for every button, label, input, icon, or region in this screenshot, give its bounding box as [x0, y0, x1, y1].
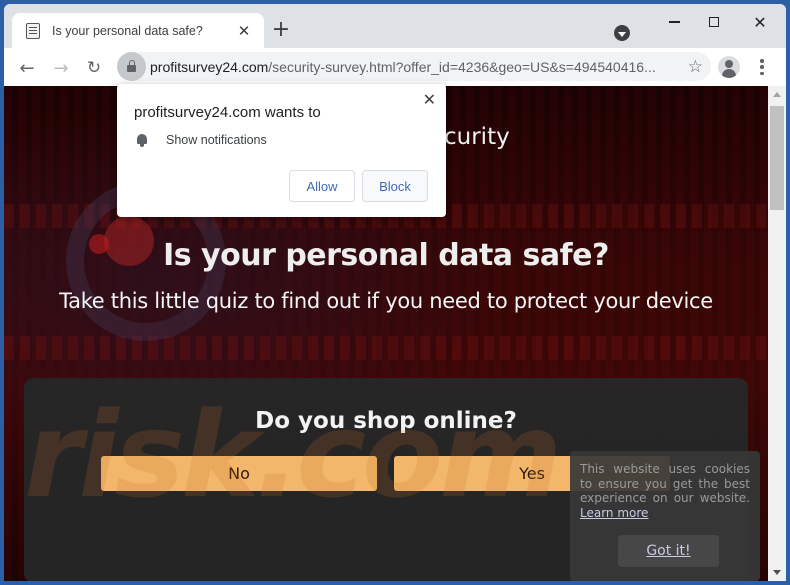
forward-button[interactable]: →	[50, 57, 72, 79]
cookie-banner: This website uses cookies to ensure you …	[570, 451, 760, 581]
tab-title: Is your personal data safe?	[52, 23, 203, 38]
menu-dot	[760, 71, 764, 75]
prompt-title: profitsurvey24.com wants to	[134, 104, 321, 121]
prompt-close-icon[interactable]: ✕	[423, 90, 436, 110]
permission-label: Show notifications	[166, 133, 267, 147]
scroll-down-arrow-icon[interactable]	[768, 564, 786, 581]
allow-button[interactable]: Allow	[289, 170, 355, 202]
maximize-button[interactable]	[694, 10, 734, 34]
lock-icon	[127, 60, 136, 72]
url-text[interactable]: profitsurvey24.com/security-survey.html?…	[150, 59, 656, 75]
url-domain: profitsurvey24.com	[150, 58, 269, 75]
cookie-text: This website uses cookies to ensure you …	[580, 462, 750, 520]
menu-dot	[760, 65, 764, 69]
media-control-icon[interactable]	[614, 25, 630, 41]
vertical-scrollbar[interactable]	[768, 86, 786, 581]
profile-avatar-icon[interactable]	[718, 56, 740, 78]
browser-toolbar: ← → ↻ profitsurvey24.com/security-survey…	[4, 48, 786, 86]
window-close-button[interactable]: ✕	[740, 10, 780, 34]
tab-active[interactable]: Is your personal data safe? ✕	[12, 13, 264, 48]
scroll-up-arrow-icon[interactable]	[768, 86, 786, 103]
block-button[interactable]: Block	[362, 170, 428, 202]
url-path: /security-survey.html?offer_id=4236&geo=…	[268, 58, 656, 75]
maximize-icon	[709, 17, 719, 27]
address-bar[interactable]: profitsurvey24.com/security-survey.html?…	[117, 52, 711, 81]
back-button[interactable]: ←	[16, 57, 38, 79]
browser-window: Is your personal data safe? ✕ + ✕ ← → ↻ …	[4, 4, 786, 581]
bell-icon	[136, 133, 148, 147]
scrollbar-thumb[interactable]	[770, 106, 784, 210]
tab-close-icon[interactable]: ✕	[234, 21, 254, 41]
minimize-icon	[668, 21, 680, 23]
cookie-accept-button[interactable]: Got it!	[618, 535, 719, 567]
cookie-message: This website uses cookies to ensure you …	[580, 462, 750, 505]
site-info-button[interactable]	[117, 52, 146, 81]
page-subtitle: Take this little quiz to find out if you…	[59, 289, 713, 313]
learn-more-link[interactable]: Learn more	[580, 506, 648, 520]
document-icon	[26, 22, 40, 39]
minimize-button[interactable]	[654, 10, 694, 34]
quiz-question: Do you shop online?	[255, 408, 517, 434]
tab-strip: Is your personal data safe? ✕ + ✕	[4, 4, 786, 48]
quiz-answer-no-button[interactable]: No	[101, 456, 377, 491]
new-tab-button[interactable]: +	[270, 19, 292, 42]
page-header-text: curity	[444, 124, 510, 150]
menu-dot	[760, 59, 764, 63]
background-code-band	[4, 336, 768, 360]
permission-row: Show notifications	[136, 133, 267, 147]
reload-button[interactable]: ↻	[83, 57, 105, 79]
page-title: Is your personal data safe?	[163, 238, 609, 273]
browser-menu-button[interactable]	[754, 58, 770, 76]
bookmark-star-icon[interactable]: ☆	[688, 57, 703, 77]
notification-permission-prompt: ✕ profitsurvey24.com wants to Show notif…	[117, 84, 446, 217]
